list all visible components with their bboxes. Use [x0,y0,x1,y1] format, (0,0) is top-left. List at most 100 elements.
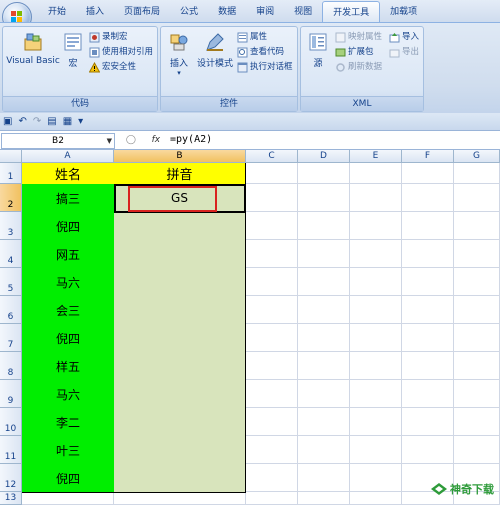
grid-cell[interactable] [454,184,500,212]
pinyin-cell[interactable] [114,408,246,437]
worksheet-grid[interactable]: A B C D E F G 1 2 3 4 5 6 7 8 9 10 11 12… [0,150,500,505]
row-header-13[interactable]: 13 [0,492,22,505]
grid-cell[interactable] [350,296,402,324]
pinyin-cell[interactable] [114,268,246,297]
grid-cell[interactable] [298,352,350,380]
grid-cell[interactable] [350,352,402,380]
row-header-9[interactable]: 9 [0,380,22,408]
import-button[interactable]: 导入 [389,31,419,44]
row-header-10[interactable]: 10 [0,408,22,436]
grid-cell[interactable] [246,163,298,184]
map-properties-button[interactable]: 映射属性 [335,31,382,44]
grid-cell[interactable] [298,296,350,324]
grid-cell[interactable] [454,436,500,464]
grid-cell[interactable] [454,296,500,324]
refresh-data-button[interactable]: 刷新数据 [335,61,382,74]
row-header-6[interactable]: 6 [0,296,22,324]
grid-cell[interactable] [350,464,402,492]
grid-cell[interactable] [402,296,454,324]
undo-icon[interactable]: ↶ [18,116,26,127]
grid-cell[interactable] [454,240,500,268]
visual-basic-button[interactable]: Visual Basic [5,31,61,66]
record-macro-button[interactable]: 录制宏 [89,31,128,44]
row-header-7[interactable]: 7 [0,324,22,352]
name-cell[interactable]: 会三 [22,296,115,325]
column-header-g[interactable]: G [454,150,500,163]
grid-cell[interactable] [298,212,350,240]
grid-cell[interactable] [298,268,350,296]
row-header-3[interactable]: 3 [0,212,22,240]
column-header-d[interactable]: D [298,150,350,163]
row-header-11[interactable]: 11 [0,436,22,464]
grid-cell[interactable] [454,212,500,240]
design-mode-button[interactable]: 设计模式 [195,31,235,69]
grid-cell[interactable] [246,492,298,505]
grid-cell[interactable] [402,324,454,352]
name-cell[interactable]: 倪四 [22,212,115,241]
name-box[interactable]: B2 ▼ [1,133,115,149]
run-dialog-button[interactable]: 执行对话框 [237,61,293,74]
chart-icon[interactable]: ▤ [47,116,56,127]
grid-cell[interactable] [246,352,298,380]
name-cell[interactable]: 马六 [22,268,115,297]
grid-cell[interactable] [246,268,298,296]
tab-page-layout[interactable]: 页面布局 [114,0,170,22]
grid-cell[interactable] [402,352,454,380]
pinyin-cell[interactable] [114,352,246,381]
grid-cell[interactable] [454,380,500,408]
redo-icon[interactable]: ↷ [33,116,41,127]
grid-cell[interactable] [350,212,402,240]
print-preview-icon[interactable]: ▦ [63,116,72,127]
pinyin-cell[interactable] [114,240,246,269]
grid-cell[interactable] [298,380,350,408]
grid-cell[interactable] [114,492,246,505]
grid-cell[interactable] [402,268,454,296]
row-header-2[interactable]: 2 [0,184,22,212]
pinyin-cell[interactable] [114,464,246,493]
pinyin-cell[interactable] [114,436,246,465]
cancel-icon[interactable]: ◯ [126,135,136,145]
grid-cell[interactable] [454,408,500,436]
column-header-e[interactable]: E [350,150,402,163]
use-relative-references-button[interactable]: 使用相对引用 [89,46,153,59]
name-cell[interactable]: 叶三 [22,436,115,465]
select-all-corner[interactable] [0,150,22,163]
grid-cell[interactable] [298,464,350,492]
grid-cell[interactable] [402,163,454,184]
grid-cell[interactable] [350,163,402,184]
grid-cell[interactable] [246,296,298,324]
formula-input[interactable]: =py(A2) [170,133,212,147]
grid-cell[interactable] [350,268,402,296]
insert-control-button[interactable]: 插入 ▾ [163,31,195,77]
column-header-b[interactable]: B [114,150,246,163]
tab-insert[interactable]: 插入 [76,0,114,22]
grid-cell[interactable] [402,436,454,464]
grid-cell[interactable] [22,492,114,505]
tab-data[interactable]: 数据 [208,0,246,22]
grid-cell[interactable] [246,408,298,436]
column-header-a[interactable]: A [22,150,114,163]
grid-cell[interactable] [246,184,298,212]
name-cell[interactable]: 倪四 [22,324,115,353]
macro-security-button[interactable]: 宏安全性 [89,61,136,74]
grid-cell[interactable] [246,436,298,464]
view-code-button[interactable]: 查看代码 [237,46,284,59]
header-cell-name[interactable]: 姓名 [22,163,115,185]
grid-cell[interactable] [246,380,298,408]
row-header-5[interactable]: 5 [0,268,22,296]
grid-cell[interactable] [402,240,454,268]
grid-cell[interactable] [298,492,350,505]
grid-cell[interactable] [454,163,500,184]
grid-cell[interactable] [350,408,402,436]
grid-cell[interactable] [350,380,402,408]
name-cell[interactable]: 网五 [22,240,115,269]
grid-cell[interactable] [246,464,298,492]
row-header-8[interactable]: 8 [0,352,22,380]
tab-developer[interactable]: 开发工具 [322,1,381,23]
expansion-packs-button[interactable]: 扩展包 [335,46,374,59]
grid-cell[interactable] [402,380,454,408]
grid-cell[interactable] [454,352,500,380]
macros-button[interactable]: 宏 [61,31,85,69]
save-icon[interactable]: ▣ [3,116,12,127]
grid-cell[interactable] [298,240,350,268]
